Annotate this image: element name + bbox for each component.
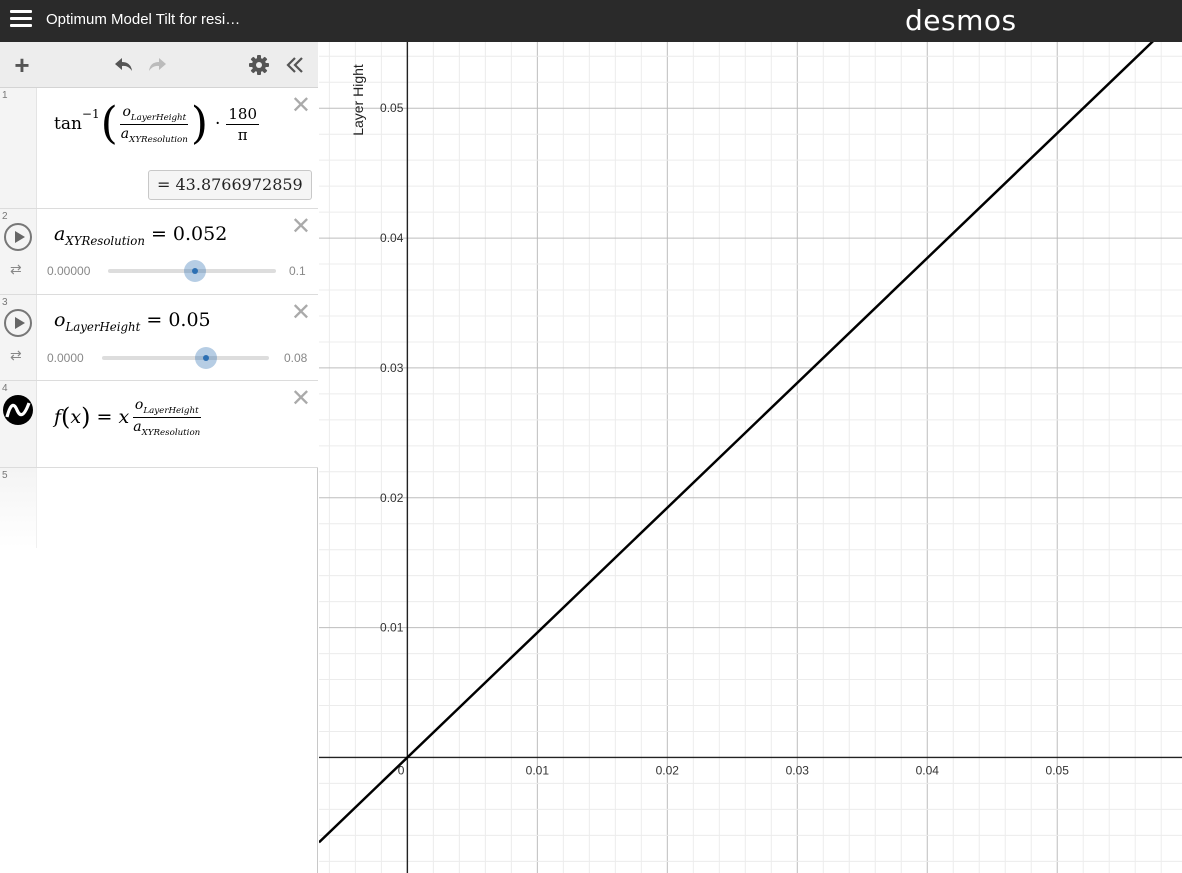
graph-paper[interactable]: 00.010.020.030.040.0500.010.020.030.040.… — [319, 42, 1182, 873]
redo-icon — [149, 58, 166, 71]
slider-handle[interactable] — [195, 347, 218, 369]
function-curve — [319, 42, 1154, 844]
expression-number: 1 — [2, 90, 8, 101]
slider-min[interactable]: 0.0000 — [47, 351, 84, 365]
expression-number: 5 — [2, 470, 8, 481]
slider-min[interactable]: 0.00000 — [47, 264, 90, 278]
slider-definition[interactable]: oLayerHeight = 0.05 — [54, 309, 211, 334]
expression-toolbar: + — [0, 42, 318, 88]
slider-max[interactable]: 0.1 — [289, 264, 306, 278]
loop-icon[interactable]: ⇄ — [10, 347, 22, 364]
y-tick-label: 0.04 — [380, 231, 404, 245]
expression-1[interactable]: 1 ✕ tan −1 ( oLayerHeight aXYResolution )… — [0, 88, 318, 209]
slider-value: 0.052 — [172, 223, 228, 245]
expression-gutter — [0, 88, 37, 208]
slider-value: 0.05 — [168, 309, 211, 331]
y-tick-label: 0.05 — [380, 101, 404, 115]
y-tick-label: 0.03 — [380, 361, 404, 375]
x-tick-label: 0.02 — [656, 763, 680, 777]
graph-style-icon[interactable] — [3, 395, 33, 425]
y-tick-label: 0.02 — [380, 491, 404, 505]
undo-icon — [115, 58, 132, 71]
function-definition[interactable]: f(x) = x oLayerHeight aXYResolution — [54, 397, 202, 438]
slider-definition[interactable]: aXYResolution = 0.052 — [54, 223, 227, 248]
slider-track[interactable] — [102, 356, 269, 360]
top-bar: Optimum Model Tilt for resi… desmos — [0, 0, 1182, 42]
delete-expression-icon[interactable]: ✕ — [291, 94, 311, 118]
expression-number: 4 — [2, 383, 8, 394]
slider-handle[interactable] — [184, 260, 207, 282]
desmos-logo: desmos — [905, 4, 1017, 37]
delete-expression-icon[interactable]: ✕ — [291, 301, 311, 325]
expression-3[interactable]: 3 ⇄ ✕ oLayerHeight = 0.05 0.0000 0.08 — [0, 295, 318, 381]
expression-5[interactable]: 5 — [0, 468, 318, 548]
double-chevron-left-icon — [286, 57, 303, 73]
settings-button[interactable] — [244, 50, 274, 80]
y-axis-title: Layer Hight — [350, 64, 366, 136]
y-tick-label: 0.01 — [380, 621, 404, 635]
graph-canvas[interactable]: 00.010.020.030.040.0500.010.020.030.040.… — [319, 42, 1182, 873]
arctan-formula[interactable]: tan −1 ( oLayerHeight aXYResolution ) · 1… — [54, 94, 260, 154]
menu-icon[interactable] — [10, 10, 32, 30]
expression-4[interactable]: 4 ✕ f(x) = x oLayerHeight aXYResolution — [0, 381, 318, 468]
redo-button[interactable] — [143, 50, 173, 80]
expression-2[interactable]: 2 ⇄ ✕ aXYResolution = 0.052 0.00000 0.1 — [0, 209, 318, 295]
x-tick-label: 0.03 — [786, 763, 810, 777]
x-tick-label: 0.05 — [1046, 763, 1070, 777]
collapse-list-button[interactable] — [280, 50, 310, 80]
evaluation-result: = 43.8766972859 — [148, 170, 312, 200]
x-tick-label: 0.01 — [526, 763, 550, 777]
gear-icon — [249, 55, 269, 75]
x-tick-label: 0.04 — [916, 763, 940, 777]
delete-expression-icon[interactable]: ✕ — [291, 387, 311, 411]
expression-number: 2 — [2, 211, 8, 222]
loop-icon[interactable]: ⇄ — [10, 261, 22, 278]
play-slider-icon[interactable] — [4, 223, 32, 251]
play-slider-icon[interactable] — [4, 309, 32, 337]
slider-max[interactable]: 0.08 — [284, 351, 307, 365]
graph-title[interactable]: Optimum Model Tilt for resi… — [46, 11, 240, 28]
expression-number: 3 — [2, 297, 8, 308]
delete-expression-icon[interactable]: ✕ — [291, 215, 311, 239]
add-item-button[interactable]: + — [7, 50, 37, 80]
undo-button[interactable] — [108, 50, 138, 80]
expression-list: + 1 ✕ tan −1 (oLayerHeight aXYResolutio… — [0, 42, 318, 873]
